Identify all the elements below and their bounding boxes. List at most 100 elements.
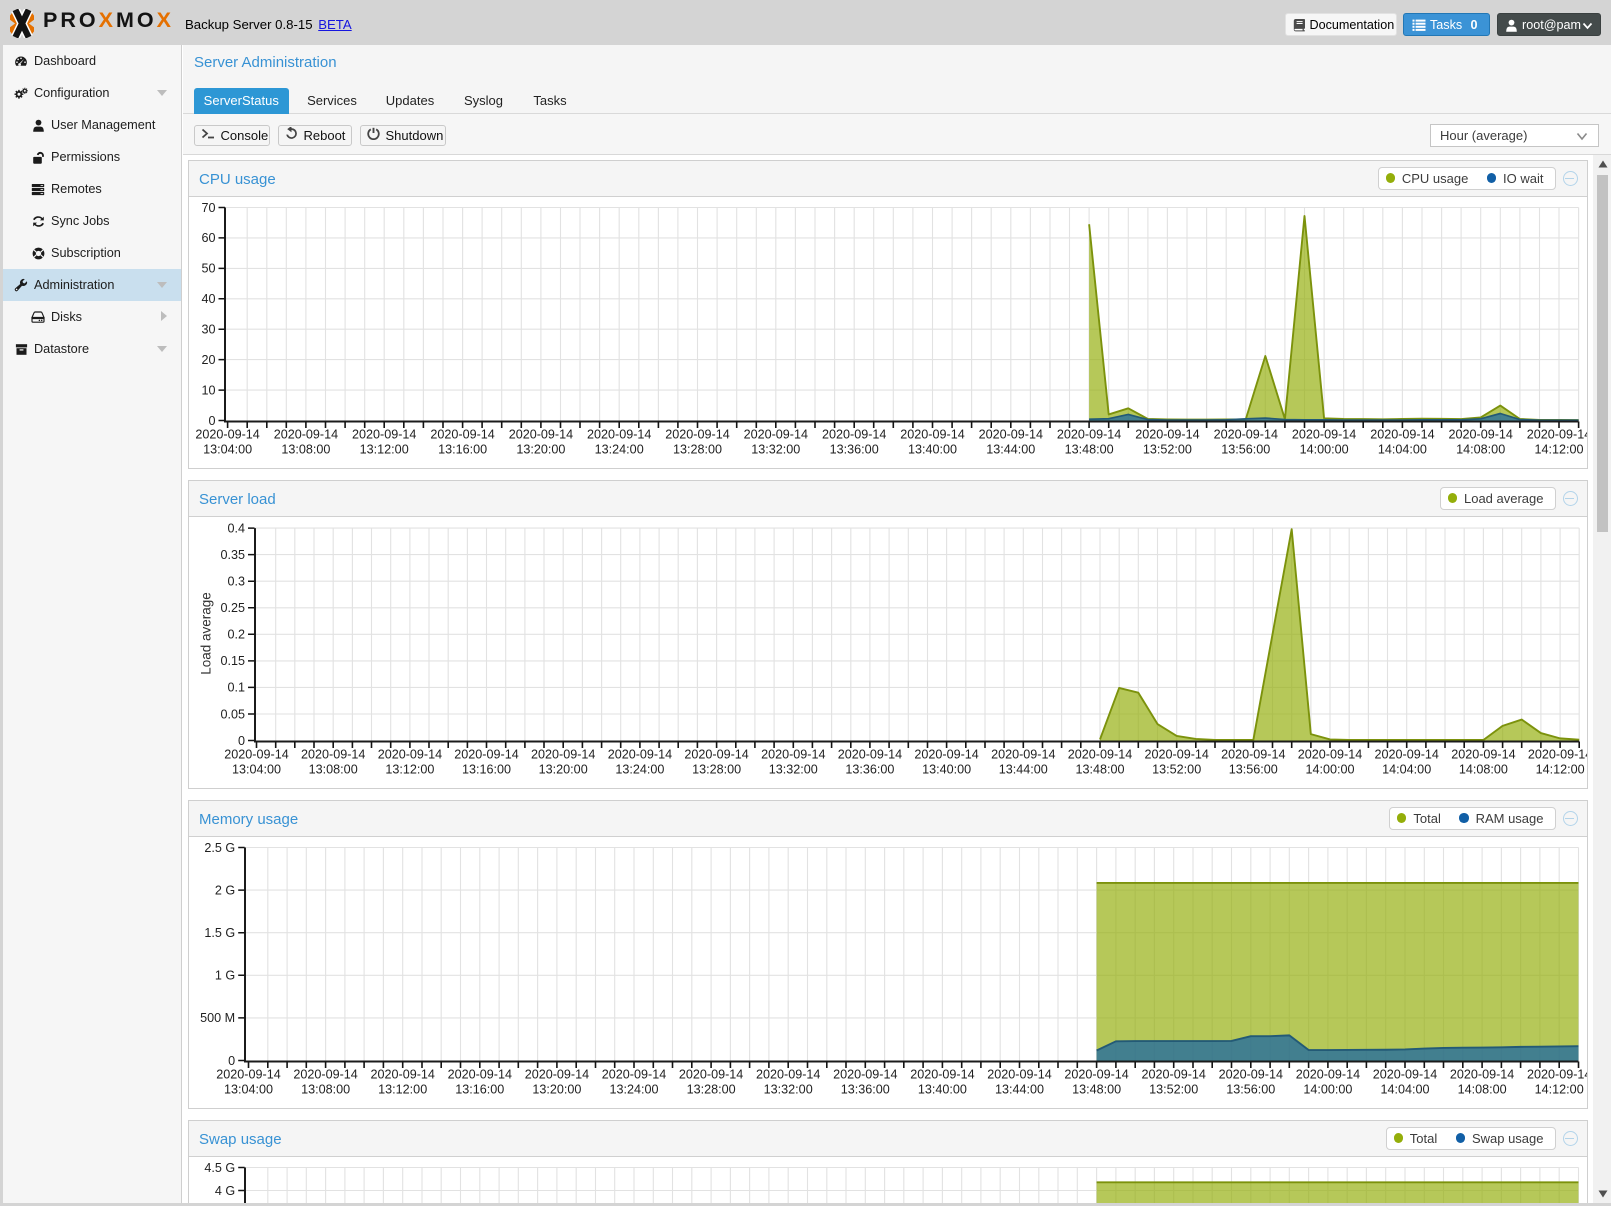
svg-text:13:20:00: 13:20:00	[516, 442, 565, 456]
svg-text:2020-09-14: 2020-09-14	[454, 747, 518, 761]
svg-text:13:12:00: 13:12:00	[360, 442, 409, 456]
svg-text:2020-09-14: 2020-09-14	[352, 427, 416, 441]
svg-text:2020-09-14: 2020-09-14	[1296, 1067, 1360, 1081]
svg-text:13:44:00: 13:44:00	[995, 1082, 1044, 1096]
svg-text:13:24:00: 13:24:00	[595, 442, 644, 456]
svg-text:4.5 G: 4.5 G	[204, 1160, 235, 1174]
svg-text:2020-09-14: 2020-09-14	[1373, 1067, 1437, 1081]
svg-text:2020-09-14: 2020-09-14	[1221, 747, 1285, 761]
svg-text:13:28:00: 13:28:00	[673, 442, 722, 456]
svg-text:2020-09-14: 2020-09-14	[602, 1067, 666, 1081]
svg-text:2020-09-14: 2020-09-14	[1298, 747, 1362, 761]
svg-text:2020-09-14: 2020-09-14	[587, 427, 651, 441]
svg-text:13:12:00: 13:12:00	[378, 1082, 427, 1096]
svg-text:13:16:00: 13:16:00	[455, 1082, 504, 1096]
svg-text:13:16:00: 13:16:00	[438, 442, 487, 456]
svg-text:13:04:00: 13:04:00	[232, 762, 281, 776]
svg-text:0.4: 0.4	[227, 521, 245, 535]
svg-text:2020-09-14: 2020-09-14	[833, 1067, 897, 1081]
svg-text:13:32:00: 13:32:00	[751, 442, 800, 456]
svg-text:2020-09-14: 2020-09-14	[838, 747, 902, 761]
svg-text:14:12:00: 14:12:00	[1534, 442, 1583, 456]
svg-text:70: 70	[201, 200, 215, 214]
svg-text:13:16:00: 13:16:00	[462, 762, 511, 776]
svg-text:40: 40	[201, 292, 215, 306]
svg-text:13:08:00: 13:08:00	[301, 1082, 350, 1096]
svg-text:50: 50	[201, 261, 215, 275]
svg-text:2020-09-14: 2020-09-14	[1068, 747, 1132, 761]
svg-text:13:08:00: 13:08:00	[309, 762, 358, 776]
svg-text:14:08:00: 14:08:00	[1456, 442, 1505, 456]
svg-text:2020-09-14: 2020-09-14	[979, 427, 1043, 441]
svg-text:14:04:00: 14:04:00	[1378, 442, 1427, 456]
svg-text:13:20:00: 13:20:00	[532, 1082, 581, 1096]
svg-text:0: 0	[228, 1053, 235, 1067]
svg-text:13:40:00: 13:40:00	[922, 762, 971, 776]
svg-text:2020-09-14: 2020-09-14	[1527, 427, 1587, 441]
svg-text:0.05: 0.05	[220, 707, 245, 721]
svg-text:14:00:00: 14:00:00	[1303, 1082, 1352, 1096]
svg-text:2020-09-14: 2020-09-14	[1370, 427, 1434, 441]
svg-text:2020-09-14: 2020-09-14	[910, 1067, 974, 1081]
svg-text:14:04:00: 14:04:00	[1382, 762, 1431, 776]
svg-text:2020-09-14: 2020-09-14	[679, 1067, 743, 1081]
svg-text:10: 10	[201, 383, 215, 397]
svg-text:2020-09-14: 2020-09-14	[900, 427, 964, 441]
svg-text:13:40:00: 13:40:00	[918, 1082, 967, 1096]
svg-text:2020-09-14: 2020-09-14	[195, 427, 259, 441]
svg-text:2020-09-14: 2020-09-14	[987, 1067, 1051, 1081]
svg-text:2020-09-14: 2020-09-14	[1219, 1067, 1283, 1081]
svg-text:2020-09-14: 2020-09-14	[509, 427, 573, 441]
svg-text:13:24:00: 13:24:00	[615, 762, 664, 776]
svg-text:13:04:00: 13:04:00	[203, 442, 252, 456]
svg-text:13:44:00: 13:44:00	[986, 442, 1035, 456]
svg-text:1.5 G: 1.5 G	[204, 926, 235, 940]
svg-text:0.1: 0.1	[227, 680, 245, 694]
svg-text:2020-09-14: 2020-09-14	[1451, 747, 1515, 761]
svg-text:13:12:00: 13:12:00	[385, 762, 434, 776]
svg-text:13:20:00: 13:20:00	[539, 762, 588, 776]
svg-text:1 G: 1 G	[215, 968, 235, 982]
svg-text:13:52:00: 13:52:00	[1143, 442, 1192, 456]
svg-text:30: 30	[201, 322, 215, 336]
svg-text:2020-09-14: 2020-09-14	[1448, 427, 1512, 441]
svg-text:2020-09-14: 2020-09-14	[1135, 427, 1199, 441]
svg-text:0.25: 0.25	[220, 601, 245, 615]
svg-text:2020-09-14: 2020-09-14	[1057, 427, 1121, 441]
svg-text:20: 20	[201, 352, 215, 366]
svg-text:13:32:00: 13:32:00	[769, 762, 818, 776]
svg-text:2020-09-14: 2020-09-14	[531, 747, 595, 761]
svg-text:2020-09-14: 2020-09-14	[1450, 1067, 1514, 1081]
svg-text:0.15: 0.15	[220, 654, 245, 668]
svg-text:2020-09-14: 2020-09-14	[1292, 427, 1356, 441]
svg-text:2020-09-14: 2020-09-14	[756, 1067, 820, 1081]
svg-text:2.5 G: 2.5 G	[204, 840, 235, 854]
svg-text:2020-09-14: 2020-09-14	[1144, 747, 1208, 761]
svg-text:13:24:00: 13:24:00	[609, 1082, 658, 1096]
svg-text:13:52:00: 13:52:00	[1152, 762, 1201, 776]
svg-text:13:56:00: 13:56:00	[1221, 442, 1270, 456]
svg-text:4 G: 4 G	[215, 1183, 235, 1197]
svg-text:2020-09-14: 2020-09-14	[301, 747, 365, 761]
svg-text:2020-09-14: 2020-09-14	[761, 747, 825, 761]
svg-text:14:08:00: 14:08:00	[1459, 762, 1508, 776]
svg-text:13:32:00: 13:32:00	[764, 1082, 813, 1096]
svg-text:2020-09-14: 2020-09-14	[216, 1067, 280, 1081]
svg-text:2020-09-14: 2020-09-14	[608, 747, 672, 761]
svg-text:2020-09-14: 2020-09-14	[822, 427, 886, 441]
svg-text:0.3: 0.3	[227, 574, 245, 588]
svg-text:2020-09-14: 2020-09-14	[430, 427, 494, 441]
svg-text:2020-09-14: 2020-09-14	[1214, 427, 1278, 441]
svg-text:2020-09-14: 2020-09-14	[293, 1067, 357, 1081]
svg-text:2020-09-14: 2020-09-14	[1141, 1067, 1205, 1081]
svg-text:13:04:00: 13:04:00	[224, 1082, 273, 1096]
svg-text:13:36:00: 13:36:00	[845, 762, 894, 776]
svg-text:0: 0	[208, 413, 215, 427]
svg-text:2020-09-14: 2020-09-14	[378, 747, 442, 761]
svg-text:14:04:00: 14:04:00	[1380, 1082, 1429, 1096]
svg-text:14:12:00: 14:12:00	[1535, 1082, 1584, 1096]
svg-text:14:12:00: 14:12:00	[1536, 762, 1585, 776]
svg-text:0.2: 0.2	[227, 627, 245, 641]
svg-text:2020-09-14: 2020-09-14	[914, 747, 978, 761]
svg-text:2 G: 2 G	[215, 883, 235, 897]
